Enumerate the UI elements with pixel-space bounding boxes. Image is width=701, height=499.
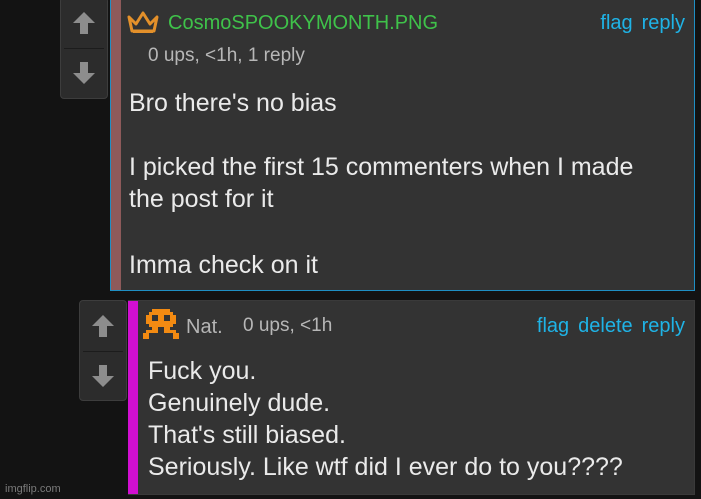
comment-line: Seriously. Like wtf did I ever do to you…	[148, 453, 623, 481]
upvote-button[interactable]	[80, 303, 126, 349]
username[interactable]: Nat.	[186, 316, 223, 339]
upvote-button[interactable]	[61, 0, 107, 46]
pixel-sprite-icon	[143, 309, 179, 339]
downvote-button[interactable]	[80, 353, 126, 399]
reply-link[interactable]: reply	[642, 315, 685, 337]
comment-line: That's still biased.	[148, 421, 346, 449]
comment-1: CosmoSPOOKYMONTH.PNG flag reply 0 ups, <1…	[110, 0, 695, 291]
arrow-up-icon	[73, 12, 95, 34]
comment-stripe	[128, 301, 138, 494]
comment-stripe	[111, 0, 121, 290]
comment-2: Nat. 0 ups, <1h flag delete reply Fuck you…	[128, 300, 695, 495]
reply-link[interactable]: reply	[642, 12, 685, 34]
comment-meta: 0 ups, <1h	[243, 315, 333, 336]
arrow-down-icon	[73, 62, 95, 84]
crown-icon	[127, 11, 159, 33]
vote-column	[60, 0, 108, 99]
comment-line: the post for it	[129, 185, 274, 213]
arrow-up-icon	[92, 315, 114, 337]
comment-body: Bro there's no bias I picked the first 1…	[129, 87, 633, 281]
flag-link[interactable]: flag	[537, 315, 569, 337]
username[interactable]: CosmoSPOOKYMONTH.PNG	[168, 12, 438, 35]
vote-divider	[64, 48, 104, 49]
vote-column	[79, 300, 127, 401]
arrow-down-icon	[92, 365, 114, 387]
flag-link[interactable]: flag	[600, 12, 632, 34]
watermark: imgflip.com	[5, 483, 61, 495]
comment-line: Genuinely dude.	[148, 389, 331, 417]
comment-line: Imma check on it	[129, 251, 318, 279]
comment-body: Fuck you. Genuinely dude. That's still b…	[148, 355, 623, 483]
comment-thread: CosmoSPOOKYMONTH.PNG flag reply 0 ups, <1…	[0, 0, 701, 499]
delete-link[interactable]: delete	[578, 315, 633, 337]
comment-line: I picked the first 15 commenters when I …	[129, 153, 634, 181]
comment-actions: flag reply	[591, 12, 685, 35]
comment-line: Bro there's no bias	[129, 89, 337, 117]
comment-line: Fuck you.	[148, 357, 257, 385]
comment-actions: flag delete reply	[528, 315, 685, 338]
vote-divider	[83, 351, 123, 352]
comment-meta: 0 ups, <1h, 1 reply	[148, 45, 305, 66]
downvote-button[interactable]	[61, 50, 107, 96]
